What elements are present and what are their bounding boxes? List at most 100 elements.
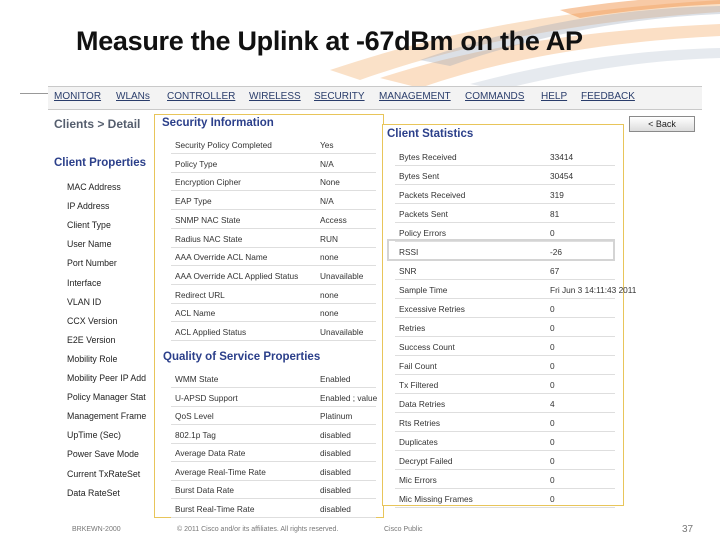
stat-row-label: Duplicates bbox=[399, 437, 438, 447]
security-row-value: Unavailable bbox=[320, 327, 364, 337]
row-divider bbox=[395, 374, 615, 375]
row-divider bbox=[171, 442, 376, 444]
security-row-value: N/A bbox=[320, 196, 334, 207]
stat-row-label: Tx Filtered bbox=[399, 380, 439, 390]
stat-row-value: 0 bbox=[550, 418, 555, 428]
top-nav-bar: MONITOR WLANs CONTROLLER WIRELESS SECURI… bbox=[48, 86, 702, 110]
row-divider bbox=[171, 405, 376, 407]
security-row-value: RUN bbox=[320, 233, 338, 244]
row-divider bbox=[171, 498, 376, 499]
stat-row-label: Mic Missing Frames bbox=[399, 494, 473, 504]
security-row-label: SNMP NAC State bbox=[175, 214, 241, 225]
security-row-label: AAA Override ACL Applied Status bbox=[175, 270, 299, 281]
stat-row-value: 33414 bbox=[550, 152, 574, 162]
security-row-label: Redirect URL bbox=[175, 289, 225, 300]
security-information-heading: Security Information bbox=[162, 117, 274, 129]
nav-security[interactable]: SECURITY bbox=[314, 91, 365, 102]
qos-row-value: disabled bbox=[320, 466, 351, 477]
nav-monitor[interactable]: MONITOR bbox=[54, 91, 101, 102]
stat-row-label: Retries bbox=[399, 323, 426, 333]
security-row-value: none bbox=[320, 308, 339, 319]
security-row-label: ACL Name bbox=[175, 308, 216, 319]
stat-row-value: 0 bbox=[550, 437, 555, 447]
row-divider bbox=[171, 387, 376, 388]
client-property-label: E2E Version bbox=[67, 334, 116, 345]
stat-row-value: 0 bbox=[550, 228, 555, 238]
row-divider bbox=[395, 184, 615, 185]
qos-row-label: Burst Real-Time Rate bbox=[175, 503, 255, 514]
security-row-value: None bbox=[320, 177, 340, 188]
qos-row-label: Average Data Rate bbox=[175, 448, 246, 458]
slide-title: Measure the Uplink at -67dBm on the AP bbox=[76, 26, 583, 56]
client-property-label: MAC Address bbox=[67, 182, 121, 192]
client-property-label: UpTime (Sec) bbox=[67, 430, 121, 441]
client-property-label: Power Save Mode bbox=[67, 449, 139, 460]
stat-row-value: 30454 bbox=[550, 171, 574, 181]
footer-session-id: BRKEWN-2000 bbox=[72, 526, 121, 533]
client-property-label: Current TxRateSet bbox=[67, 468, 141, 479]
client-property-label: Policy Manager Stat bbox=[67, 392, 146, 403]
row-divider bbox=[171, 479, 376, 481]
client-property-label: IP Address bbox=[67, 201, 110, 212]
row-divider bbox=[171, 171, 376, 173]
row-divider bbox=[171, 516, 376, 518]
stat-row-label: Success Count bbox=[399, 342, 455, 352]
security-row-value: none bbox=[320, 289, 339, 300]
client-property-label: Mobility Role bbox=[67, 353, 118, 364]
stat-row-value: 81 bbox=[550, 209, 560, 219]
stat-row-label: Fail Count bbox=[399, 361, 437, 371]
divider bbox=[20, 93, 50, 94]
client-property-label: Client Type bbox=[67, 220, 111, 231]
stat-row-value: 0 bbox=[550, 380, 555, 390]
row-divider bbox=[395, 393, 615, 394]
security-row-label: Policy Type bbox=[175, 158, 218, 169]
client-property-label: CCX Version bbox=[67, 315, 118, 326]
row-divider bbox=[395, 488, 615, 489]
stat-row-value: 0 bbox=[550, 323, 555, 333]
stat-row-label: Mic Errors bbox=[399, 475, 437, 485]
stat-row-value: 0 bbox=[550, 342, 555, 352]
security-row-value: none bbox=[320, 252, 339, 263]
row-divider bbox=[395, 355, 615, 356]
nav-commands[interactable]: COMMANDS bbox=[465, 91, 524, 102]
stat-row-label: Sample Time bbox=[399, 285, 448, 295]
stat-row-label: Data Retries bbox=[399, 399, 446, 409]
row-divider bbox=[171, 340, 376, 341]
row-divider bbox=[395, 336, 615, 337]
stat-row-label: Bytes Sent bbox=[399, 171, 440, 181]
row-divider bbox=[171, 246, 376, 248]
stat-row-label: Decrypt Failed bbox=[399, 456, 453, 466]
qos-row-value: Enabled bbox=[320, 374, 351, 384]
security-row-value: Unavailable bbox=[320, 270, 364, 281]
qos-row-value: Platinum bbox=[320, 411, 353, 421]
row-divider bbox=[395, 507, 615, 508]
security-row-label: AAA Override ACL Name bbox=[175, 252, 268, 263]
row-divider bbox=[171, 265, 376, 267]
row-divider bbox=[395, 279, 615, 280]
stat-row-value: 0 bbox=[550, 361, 555, 371]
row-divider bbox=[395, 222, 615, 223]
client-statistics-heading: Client Statistics bbox=[387, 128, 474, 140]
row-divider bbox=[171, 209, 376, 211]
client-property-label: Management Frame bbox=[67, 411, 147, 422]
security-row-value: Access bbox=[320, 214, 347, 225]
row-divider bbox=[395, 431, 615, 432]
nav-controller[interactable]: CONTROLLER bbox=[167, 91, 235, 102]
stat-row-value: 0 bbox=[550, 494, 555, 504]
nav-wlans[interactable]: WLANs bbox=[116, 91, 150, 102]
back-button[interactable]: < Back bbox=[629, 116, 695, 132]
qos-row-label: Burst Data Rate bbox=[175, 485, 235, 495]
client-property-label: Port Number bbox=[67, 258, 117, 269]
nav-management[interactable]: MANAGEMENT bbox=[379, 91, 451, 102]
nav-help[interactable]: HELP bbox=[541, 91, 567, 102]
nav-wireless[interactable]: WIRELESS bbox=[249, 91, 301, 102]
qos-properties-heading: Quality of Service Properties bbox=[163, 351, 321, 363]
row-divider bbox=[395, 298, 615, 299]
stat-row-value: 4 bbox=[550, 399, 555, 409]
security-row-value: N/A bbox=[320, 158, 334, 169]
row-divider bbox=[171, 461, 376, 462]
qos-row-label: Average Real-Time Rate bbox=[175, 466, 266, 477]
nav-feedback[interactable]: FEEDBACK bbox=[581, 91, 635, 102]
stat-row-value: 0 bbox=[550, 475, 555, 485]
breadcrumb: Clients > Detail bbox=[54, 117, 141, 131]
